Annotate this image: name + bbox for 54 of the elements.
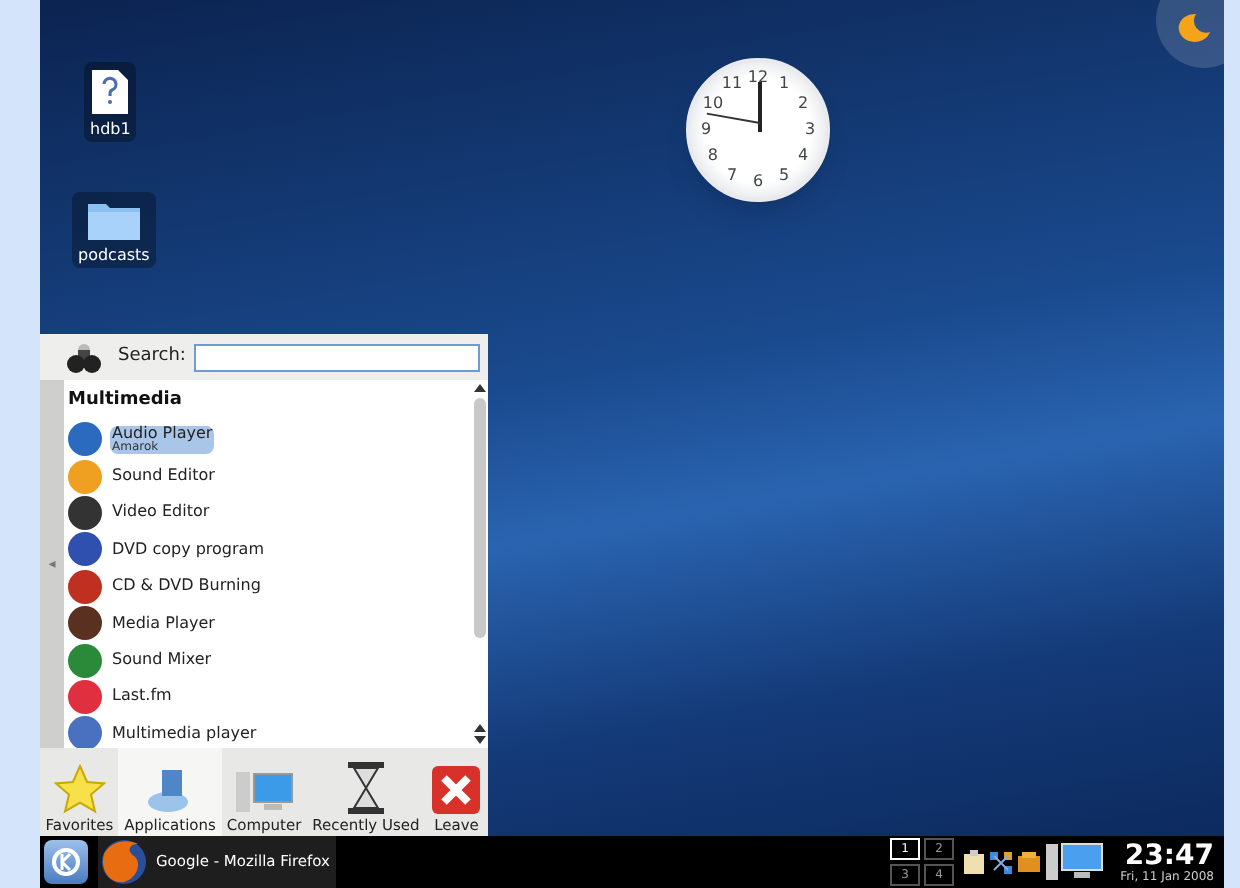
desktop-icon[interactable]: podcasts: [72, 192, 156, 268]
app-icon: [68, 459, 102, 494]
hourglass-icon: [343, 759, 388, 815]
app-icon: [68, 679, 102, 714]
clock-numeral: 1: [778, 76, 790, 93]
clock-numeral: 4: [797, 148, 809, 164]
app-icon: [68, 532, 102, 567]
app-icon: [68, 495, 102, 530]
desktop-icon[interactable]: hdb1: [84, 62, 137, 142]
app-icon: [68, 606, 102, 641]
icon-label: podcasts: [78, 248, 150, 264]
menu-item[interactable]: Sound Mixer: [110, 652, 214, 669]
menu-item[interactable]: DVD copy program: [110, 541, 266, 558]
unknown-file-icon: [90, 68, 131, 116]
binoculars-icon: [66, 341, 102, 373]
clock-numeral: 12: [747, 70, 769, 86]
search-label: Search:: [118, 343, 186, 370]
star-icon: [53, 763, 106, 815]
computer-icon: [234, 767, 295, 815]
moon-icon[interactable]: [1176, 12, 1212, 44]
clock-numeral: 5: [778, 167, 790, 184]
scroll-up-icon[interactable]: [473, 384, 485, 392]
menu-item[interactable]: Sound Editor: [110, 468, 217, 485]
clock-numeral: 10: [702, 96, 724, 112]
clock-numeral: 9: [700, 122, 712, 138]
clock-numeral: 6: [752, 174, 764, 190]
app-icon: [68, 716, 102, 748]
k-menu-button[interactable]: [44, 840, 88, 884]
app-icon: [68, 569, 102, 604]
clock-numeral: 2: [797, 96, 809, 112]
network-icon[interactable]: [990, 851, 1013, 873]
menu-item[interactable]: CD & DVD Burning: [110, 578, 263, 595]
scrollbar[interactable]: [470, 380, 488, 748]
category-heading: Multimedia: [68, 388, 184, 414]
scroll-arrows-icon[interactable]: [473, 724, 485, 744]
app-icon: [68, 422, 102, 457]
menu-item[interactable]: Video Editor: [110, 504, 212, 521]
menu-item[interactable]: Media Player: [110, 615, 217, 632]
clock-numeral: 7: [726, 167, 738, 184]
clock-numeral: 11: [721, 76, 743, 93]
menu-item[interactable]: Multimedia player: [110, 725, 259, 742]
icon-label: hdb1: [90, 122, 131, 138]
clock-numeral: 8: [707, 148, 719, 164]
clipboard-icon[interactable]: [964, 850, 985, 874]
menu-item[interactable]: Last.fm: [110, 688, 174, 705]
clock-numeral: 3: [804, 122, 816, 138]
search-field[interactable]: [193, 343, 480, 371]
computer-icon[interactable]: [1046, 842, 1107, 882]
close-icon: [430, 763, 483, 815]
clock-time: 23:47: [1124, 841, 1214, 869]
folder-icon: [85, 198, 142, 242]
app-icon: [68, 643, 102, 678]
globe-icon: [98, 838, 150, 886]
package-icon[interactable]: [1018, 852, 1041, 872]
